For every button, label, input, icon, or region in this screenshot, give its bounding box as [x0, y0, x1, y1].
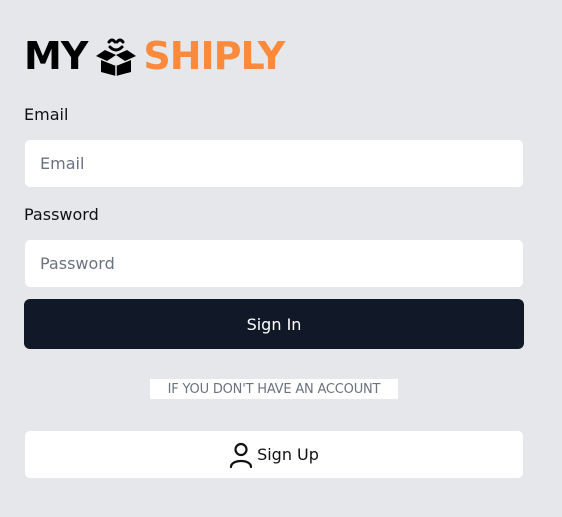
app-logo: MY SHIPLY — [24, 34, 285, 78]
password-label: Password — [24, 205, 99, 224]
email-label: Email — [24, 105, 69, 124]
sign-up-button[interactable]: Sign Up — [24, 430, 524, 479]
smiling-box-icon — [96, 38, 137, 76]
logo-text-my: MY — [24, 34, 88, 78]
sign-in-label: Sign In — [246, 314, 302, 334]
password-input[interactable] — [24, 239, 524, 288]
sign-up-label: Sign Up — [257, 445, 319, 464]
user-icon — [229, 442, 253, 468]
email-input[interactable] — [24, 139, 524, 188]
no-account-text: IF YOU DON'T HAVE AN ACCOUNT — [150, 379, 398, 399]
logo-text-shiply: SHIPLY — [143, 34, 285, 78]
sign-in-button[interactable]: Sign In — [24, 299, 524, 349]
